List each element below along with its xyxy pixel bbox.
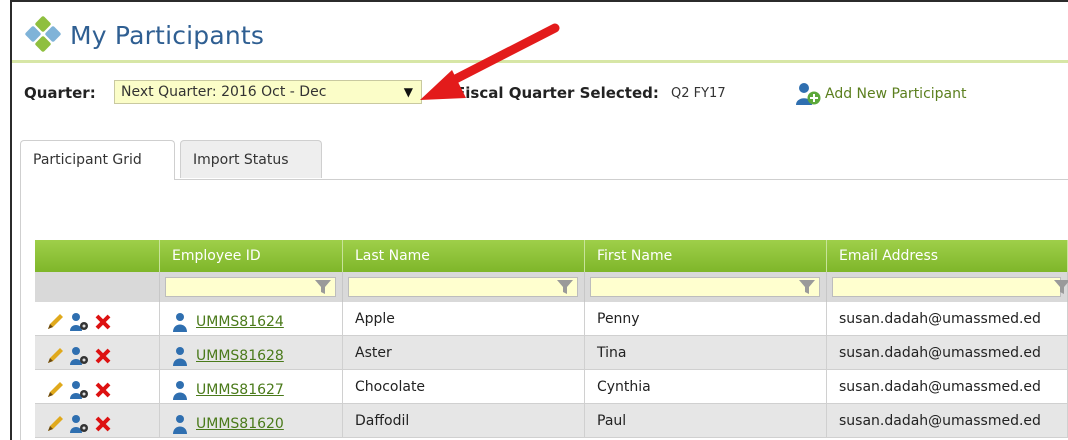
filter-employee-id-input[interactable] <box>165 277 336 297</box>
table-row: UMMS81628 Aster Tina susan.dadah@umassme… <box>35 336 1068 370</box>
employee-id-cell: UMMS81628 <box>160 336 343 369</box>
participant-grid: Employee ID Last Name First Name Email A… <box>35 240 1068 438</box>
header-actions <box>35 240 160 272</box>
tab-participant-grid[interactable]: Participant Grid <box>20 140 175 180</box>
employee-id-cell: UMMS81624 <box>160 302 343 335</box>
tab-strip-divider <box>20 179 1068 180</box>
delete-x-icon[interactable] <box>93 380 113 400</box>
grid-header-row: Employee ID Last Name First Name Email A… <box>35 240 1068 272</box>
page-header: My Participants <box>24 15 265 54</box>
add-new-participant-label: Add New Participant <box>825 86 967 102</box>
edit-pencil-icon[interactable] <box>45 346 65 366</box>
filter-first-name-input[interactable] <box>590 277 820 297</box>
delete-x-icon[interactable] <box>93 414 113 434</box>
table-row: UMMS81624 Apple Penny susan.dadah@umassm… <box>35 302 1068 336</box>
filter-employee-id-cell <box>160 272 343 302</box>
frame-top-border <box>10 0 1068 2</box>
first-name-cell: Paul <box>585 404 827 437</box>
tab-import-status[interactable]: Import Status <box>180 140 322 178</box>
last-name-cell: Apple <box>343 302 585 335</box>
last-name-cell: Daffodil <box>343 404 585 437</box>
first-name-cell: Cynthia <box>585 370 827 403</box>
filter-email-input[interactable] <box>832 277 1068 297</box>
header-email-address[interactable]: Email Address <box>827 240 1068 272</box>
add-new-participant-button[interactable]: Add New Participant <box>795 82 966 106</box>
add-user-icon <box>796 83 821 105</box>
tab-panel-border <box>20 179 21 440</box>
employee-id-link[interactable]: UMMS81620 <box>196 416 284 432</box>
frame-left-border <box>10 0 12 440</box>
user-settings-icon[interactable] <box>69 414 89 434</box>
email-cell: susan.dadah@umassmed.ed <box>827 336 1068 369</box>
email-cell: susan.dadah@umassmed.ed <box>827 404 1068 437</box>
user-settings-icon[interactable] <box>69 312 89 332</box>
edit-pencil-icon[interactable] <box>45 414 65 434</box>
employee-id-link[interactable]: UMMS81624 <box>196 314 284 330</box>
email-cell: susan.dadah@umassmed.ed <box>827 370 1068 403</box>
employee-id-cell: UMMS81627 <box>160 370 343 403</box>
first-name-cell: Penny <box>585 302 827 335</box>
row-actions <box>35 336 160 369</box>
fiscal-quarter-value: Q2 FY17 <box>671 86 726 101</box>
person-icon <box>173 380 187 400</box>
red-annotation-arrow-icon <box>420 23 560 100</box>
first-name-cell: Tina <box>585 336 827 369</box>
last-name-cell: Chocolate <box>343 370 585 403</box>
grid-filter-row <box>35 272 1068 302</box>
header-employee-id[interactable]: Employee ID <box>160 240 343 272</box>
diamonds-logo-icon <box>24 15 62 54</box>
employee-id-cell: UMMS81620 <box>160 404 343 437</box>
quarter-select[interactable]: Next Quarter: 2016 Oct - Dec ▼ <box>114 80 422 104</box>
filter-funnel-icon[interactable] <box>1054 280 1068 294</box>
person-icon <box>173 346 187 366</box>
edit-pencil-icon[interactable] <box>45 312 65 332</box>
last-name-cell: Aster <box>343 336 585 369</box>
filter-last-name-cell <box>343 272 585 302</box>
email-cell: susan.dadah@umassmed.ed <box>827 302 1068 335</box>
filter-funnel-icon[interactable] <box>799 280 815 294</box>
delete-x-icon[interactable] <box>93 346 113 366</box>
header-last-name[interactable]: Last Name <box>343 240 585 272</box>
filter-email-cell <box>827 272 1068 302</box>
header-first-name[interactable]: First Name <box>585 240 827 272</box>
row-actions <box>35 404 160 437</box>
user-settings-icon[interactable] <box>69 346 89 366</box>
table-row: UMMS81627 Chocolate Cynthia susan.dadah@… <box>35 370 1068 404</box>
person-icon <box>173 414 187 434</box>
employee-id-link[interactable]: UMMS81627 <box>196 382 284 398</box>
employee-id-link[interactable]: UMMS81628 <box>196 348 284 364</box>
filter-funnel-icon[interactable] <box>315 280 331 294</box>
row-actions <box>35 370 160 403</box>
page-title: My Participants <box>70 20 265 50</box>
row-actions <box>35 302 160 335</box>
table-row: UMMS81620 Daffodil Paul susan.dadah@umas… <box>35 404 1068 438</box>
quarter-select-value: Next Quarter: 2016 Oct - Dec <box>121 84 327 100</box>
quarter-label: Quarter: <box>24 84 96 102</box>
delete-x-icon[interactable] <box>93 312 113 332</box>
edit-pencil-icon[interactable] <box>45 380 65 400</box>
filter-last-name-input[interactable] <box>348 277 578 297</box>
filter-first-name-cell <box>585 272 827 302</box>
filter-actions-cell <box>35 272 160 302</box>
filter-funnel-icon[interactable] <box>557 280 573 294</box>
person-icon <box>173 312 187 332</box>
user-settings-icon[interactable] <box>69 380 89 400</box>
